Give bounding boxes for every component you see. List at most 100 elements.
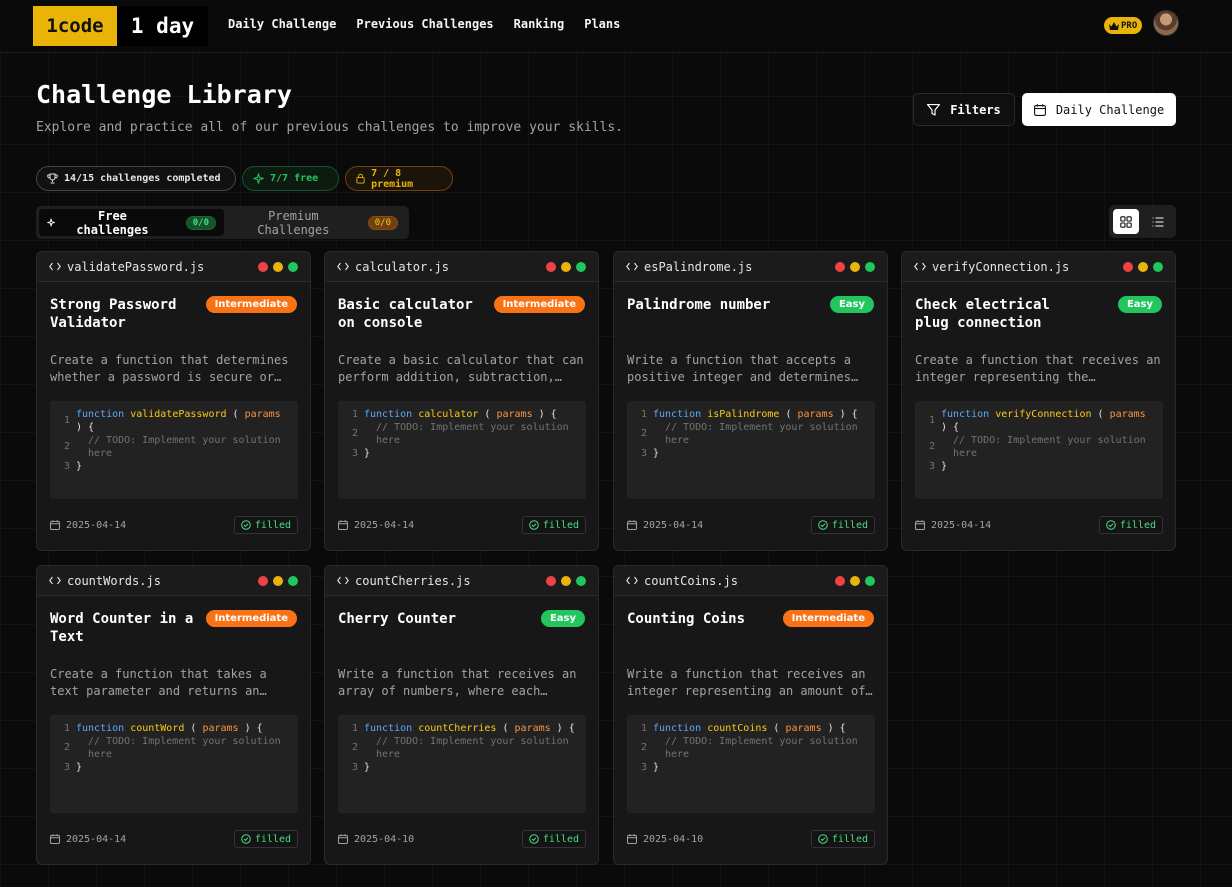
challenge-tabs: Free challenges 0/0 Premium Challenges 0… <box>36 206 409 239</box>
card-description: Create a basic calculator that can perfo… <box>338 353 584 384</box>
card-date: 2025-04-14 <box>915 520 991 531</box>
stat-free: 7/7 free <box>242 166 339 191</box>
green-dot-icon <box>288 575 298 586</box>
pro-label: PRO <box>1121 20 1138 31</box>
code-icon <box>49 576 61 585</box>
difficulty-badge: Intermediate <box>493 296 585 313</box>
card-header: validatePassword.js <box>37 252 310 282</box>
check-circle-icon <box>1106 520 1116 530</box>
code-preview: 1 function countCherries ( params ) {2// … <box>338 715 586 813</box>
red-dot-icon <box>258 575 268 586</box>
nav-link-plans[interactable]: Plans <box>584 17 620 31</box>
card-date-text: 2025-04-14 <box>66 519 127 531</box>
challenge-card-countWord[interactable]: countWords.js Word Counter in a Text Int… <box>36 565 311 865</box>
card-footer: 2025-04-14 filled <box>627 515 875 535</box>
daily-challenge-button[interactable]: Daily Challenge <box>1022 93 1176 126</box>
grid-view-button[interactable] <box>1113 209 1139 234</box>
card-date-text: 2025-04-14 <box>643 519 704 531</box>
challenge-card-validatePassword[interactable]: validatePassword.js Strong Password Vali… <box>36 251 311 551</box>
code-line: 3} <box>928 461 948 472</box>
red-dot-icon <box>1123 261 1133 272</box>
tab-free-challenges[interactable]: Free challenges 0/0 <box>39 209 224 237</box>
challenge-card-isPalindrome[interactable]: esPalindrome.js Palindrome number Easy W… <box>613 251 888 551</box>
card-description: Create a function that receives an integ… <box>915 353 1161 384</box>
window-dots <box>258 261 298 272</box>
calendar-icon <box>1033 103 1046 116</box>
code-line: 3} <box>351 448 371 459</box>
code-line: 2// TODO: Implement your solution here <box>928 435 1146 459</box>
code-line: 2// TODO: Implement your solution here <box>351 422 569 446</box>
daily-challenge-label: Daily Challenge <box>1055 102 1165 117</box>
code-line: 1 function countWord ( params ) { <box>63 723 263 734</box>
green-dot-icon <box>1153 261 1163 272</box>
tab-free-count: 0/0 <box>185 215 216 230</box>
code-line: 1 function countCoins ( params ) { <box>640 723 846 734</box>
status-text: filled <box>254 833 291 845</box>
stat-premium: 7 / 8 premium <box>345 166 453 191</box>
card-footer: 2025-04-14 filled <box>338 515 586 535</box>
page-subtitle: Explore and practice all of our previous… <box>36 120 623 135</box>
code-line: 3} <box>63 762 83 773</box>
code-icon <box>337 262 349 271</box>
filter-icon <box>927 103 941 116</box>
filters-button[interactable]: Filters <box>913 93 1015 126</box>
card-footer: 2025-04-10 filled <box>627 829 875 849</box>
card-filename: calculator.js <box>355 259 449 274</box>
difficulty-badge: Easy <box>829 296 874 313</box>
tab-premium-challenges[interactable]: Premium Challenges 0/0 <box>224 209 406 237</box>
status-badge: filled <box>810 830 875 848</box>
nav-link-daily-challenge[interactable]: Daily Challenge <box>228 17 336 31</box>
code-line: 2// TODO: Implement your solution here <box>63 435 281 459</box>
card-description: Create a function that takes a text para… <box>50 667 267 698</box>
list-view-button[interactable] <box>1145 209 1171 234</box>
calendar-icon <box>50 834 60 844</box>
code-line: 2// TODO: Implement your solution here <box>63 736 281 760</box>
card-header: countCherries.js <box>325 566 598 596</box>
card-date: 2025-04-10 <box>627 834 703 845</box>
avatar[interactable] <box>1153 10 1179 36</box>
calendar-icon <box>50 520 60 530</box>
red-dot-icon <box>546 575 556 586</box>
nav-link-ranking[interactable]: Ranking <box>514 17 565 31</box>
card-date: 2025-04-10 <box>338 834 414 845</box>
code-preview: 1 function countWord ( params ) { 2// TODO… <box>50 715 298 813</box>
card-description: Write a function that accepts a positive… <box>627 353 851 384</box>
calendar-icon <box>338 834 348 844</box>
code-line: 3} <box>63 461 83 472</box>
challenge-card-calculator[interactable]: calculator.js Basic calculator on consol… <box>324 251 599 551</box>
page-title: Challenge Library <box>36 80 292 109</box>
sparkle-icon <box>47 218 55 227</box>
card-footer: 2025-04-10 filled <box>338 829 586 849</box>
card-filename: verifyConnection.js <box>932 259 1070 274</box>
list-icon <box>1152 216 1164 227</box>
calendar-icon <box>627 520 637 530</box>
window-dots <box>1123 261 1163 272</box>
card-date: 2025-04-14 <box>338 520 414 531</box>
check-circle-icon <box>818 520 828 530</box>
challenge-card-verifyConnection[interactable]: verifyConnection.js Check electrical plu… <box>901 251 1176 551</box>
check-circle-icon <box>241 834 251 844</box>
card-title: Palindrome number <box>627 297 771 313</box>
nav-link-previous-challenges[interactable]: Previous Challenges <box>356 17 493 31</box>
nav-links: Daily Challenge Previous Challenges Rank… <box>228 17 620 31</box>
logo-day[interactable]: 1 day <box>117 6 208 46</box>
yellow-dot-icon <box>850 575 860 586</box>
challenge-card-countCoins[interactable]: countCoins.js Counting Coins Intermediat… <box>613 565 888 865</box>
code-preview: 1 function countCoins ( params ) {2// TOD… <box>627 715 875 813</box>
window-dots <box>546 261 586 272</box>
card-header: calculator.js <box>325 252 598 282</box>
card-title: Counting Coins <box>627 611 746 627</box>
green-dot-icon <box>576 261 586 272</box>
filters-label: Filters <box>950 102 1001 117</box>
yellow-dot-icon <box>561 261 571 272</box>
green-dot-icon <box>288 261 298 272</box>
check-circle-icon <box>529 520 539 530</box>
card-title: Check electrical plug connection <box>915 297 1050 331</box>
yellow-dot-icon <box>561 575 571 586</box>
status-badge: filled <box>233 830 298 848</box>
logo-code[interactable]: 1code <box>33 6 117 46</box>
card-title: Basic calculator on console <box>338 297 473 331</box>
code-icon <box>626 576 638 585</box>
stat-completed-text: 14/15 challenges completed <box>64 173 221 184</box>
challenge-card-countCherries[interactable]: countCherries.js Cherry Counter Easy Wri… <box>324 565 599 865</box>
